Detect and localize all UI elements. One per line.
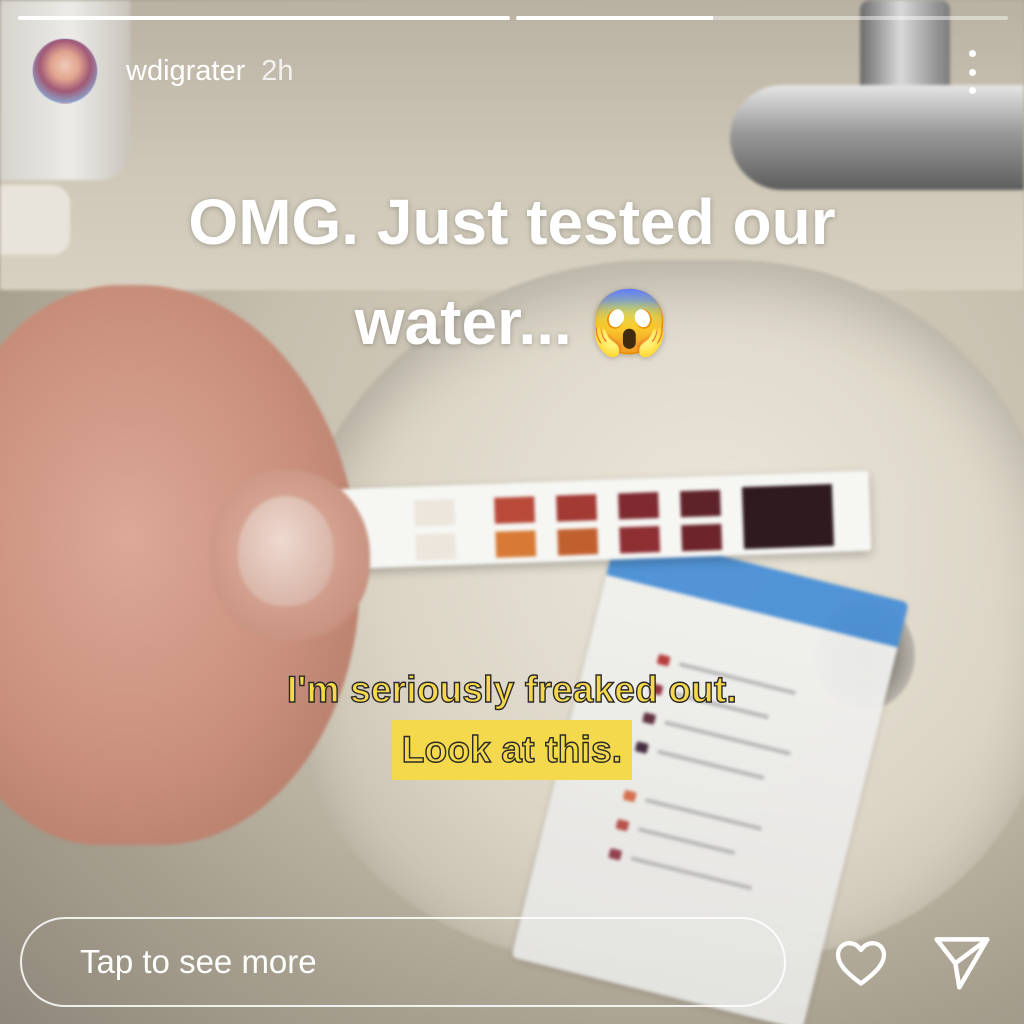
overlay-text-line-2: Look at this. [391,720,633,780]
story-photo [0,0,1024,1024]
story-caption: OMG. Just tested our water... 😱 [0,172,1024,372]
story-view[interactable]: wdigrater 2h OMG. Just tested our water.… [0,0,1024,1024]
progress-segment [18,16,510,20]
reply-field[interactable]: Tap to see more [20,917,786,1007]
more-options-icon[interactable] [952,50,992,94]
username[interactable]: wdigrater [126,55,245,88]
caption-line-2: water... 😱 [354,286,670,358]
overlay-text: I'm seriously freaked out. Look at this. [0,662,1024,780]
story-progress [18,16,1008,20]
reply-placeholder: Tap to see more [80,943,317,980]
send-icon[interactable] [930,930,994,994]
story-header: wdigrater 2h [32,38,992,104]
progress-segment [516,16,1008,20]
post-time: 2h [261,54,294,87]
avatar[interactable] [32,38,98,104]
heart-icon[interactable] [832,934,890,992]
overlay-text-line-1: I'm seriously freaked out. [286,668,737,710]
caption-line-1: OMG. Just tested our [188,186,836,258]
